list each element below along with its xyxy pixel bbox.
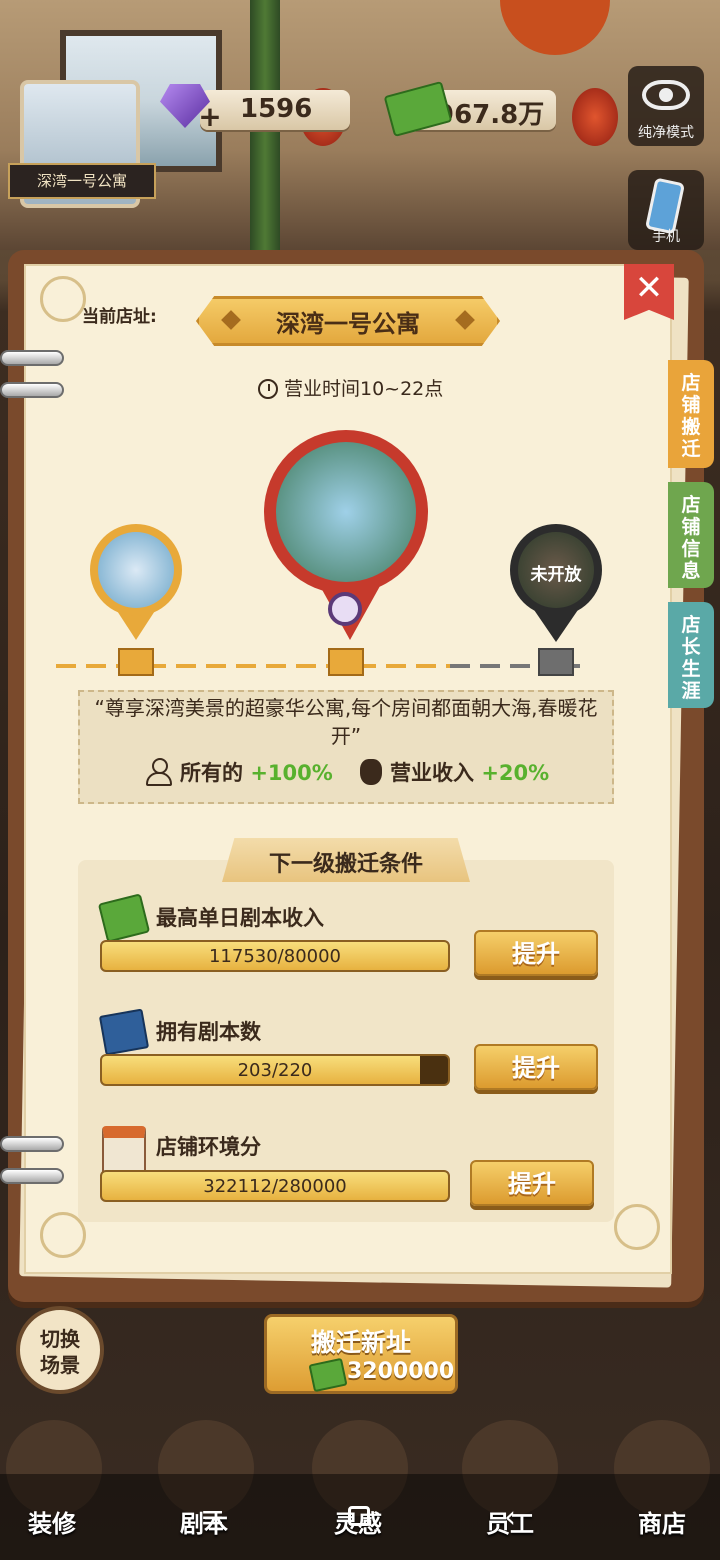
condition-label: 最高单日剧本收入: [156, 906, 324, 930]
boost-button[interactable]: 提升: [474, 1044, 598, 1090]
phone-button[interactable]: 手机: [628, 170, 704, 250]
next-level-banner: 下一级搬迁条件: [222, 838, 470, 882]
condition-progress-bar: 117530/80000: [100, 940, 450, 972]
corner-flourish: [614, 1204, 660, 1250]
gem-counter[interactable]: + 1596: [198, 90, 350, 131]
pure-mode-button[interactable]: 纯净模式: [628, 66, 704, 146]
progress-text: 117530/80000: [208, 946, 342, 967]
store-marker-locked: [538, 648, 574, 676]
bonus-all-label: 所有的: [180, 761, 243, 785]
bonus-all-value: +100%: [250, 761, 333, 785]
clock-icon: [258, 379, 278, 399]
tab-manager-career[interactable]: 店长生涯: [668, 602, 714, 708]
store-name: 深湾一号公寓: [276, 310, 420, 338]
binder-ring: [0, 1168, 64, 1184]
house-icon: [102, 1126, 146, 1176]
business-hours-text: 营业时间10~22点: [284, 378, 444, 400]
switch-scene-label: 切换场景: [40, 1327, 80, 1377]
home-icon[interactable]: [348, 1506, 370, 1526]
boost-button[interactable]: 提升: [474, 930, 598, 976]
current-location-image: [276, 442, 416, 582]
gem-count: 1596: [240, 94, 313, 124]
cash-icon: [308, 1357, 348, 1393]
tab-store-info[interactable]: 店铺信息: [668, 482, 714, 588]
nav-shop-label: 商店: [638, 1510, 686, 1538]
back-icon[interactable]: ‹: [504, 1500, 516, 1535]
previous-location-image: [98, 532, 174, 608]
nav-decorate-label: 装修: [28, 1510, 76, 1538]
switch-scene-button[interactable]: 切换场景: [16, 1306, 104, 1394]
next-level-title: 下一级搬迁条件: [268, 852, 423, 877]
lantern-decoration: [572, 88, 618, 146]
phone-label: 手机: [652, 229, 680, 245]
condition-progress-bar: 322112/280000: [100, 1170, 450, 1202]
money-bag-icon: [360, 759, 382, 785]
tab-label: 店铺信息: [681, 494, 701, 582]
business-hours: 营业时间10~22点: [258, 374, 443, 401]
progress-text: 203/220: [237, 1060, 313, 1081]
condition-label: 店铺环境分: [156, 1135, 261, 1159]
cash-count: 967.8万: [436, 100, 545, 130]
progress-text: 322112/280000: [203, 1176, 347, 1197]
relocate-cost: 3200000: [347, 1359, 455, 1384]
tab-store-relocation[interactable]: 店铺搬迁: [668, 360, 714, 468]
user-icon: [144, 758, 172, 786]
bonus-income-label: 营业收入: [390, 761, 474, 785]
corner-flourish: [40, 276, 86, 322]
magnifier-icon[interactable]: [328, 592, 362, 626]
route-unlocked: [56, 664, 450, 668]
relocate-label: 搬迁新址: [310, 1328, 411, 1357]
condition-label: 拥有剧本数: [156, 1020, 261, 1044]
tab-label: 店长生涯: [681, 614, 701, 702]
locked-label: 未开放: [530, 565, 582, 585]
binder-ring: [0, 1136, 64, 1152]
bonus-income-value: +20%: [481, 761, 550, 785]
store-name-banner: 深湾一号公寓: [196, 296, 500, 346]
tab-label: 店铺搬迁: [681, 372, 701, 460]
boost-button[interactable]: 提升: [470, 1160, 594, 1206]
location-tag: 深湾一号公寓: [8, 163, 156, 199]
condition-progress-bar: 203/220: [100, 1054, 450, 1086]
binder-ring: [0, 382, 64, 398]
relocate-button[interactable]: 搬迁新址 3200000: [264, 1314, 458, 1394]
eye-pupil: [659, 88, 673, 102]
store-marker: [118, 648, 154, 676]
store-marker-current: [328, 648, 364, 676]
store-description: “尊享深湾美景的超豪华公寓,每个房间都面朝大海,春暖花开”: [94, 696, 598, 748]
menu-icon[interactable]: ≡: [200, 1500, 225, 1535]
bonus-all: 所有的 +100%: [144, 757, 333, 787]
bonus-income: 营业收入 +20%: [360, 757, 549, 787]
script-book-icon: [98, 1008, 150, 1056]
current-address-label: 当前店址:: [82, 307, 157, 327]
pure-mode-label: 纯净模式: [638, 125, 694, 141]
binder-ring: [0, 350, 64, 366]
